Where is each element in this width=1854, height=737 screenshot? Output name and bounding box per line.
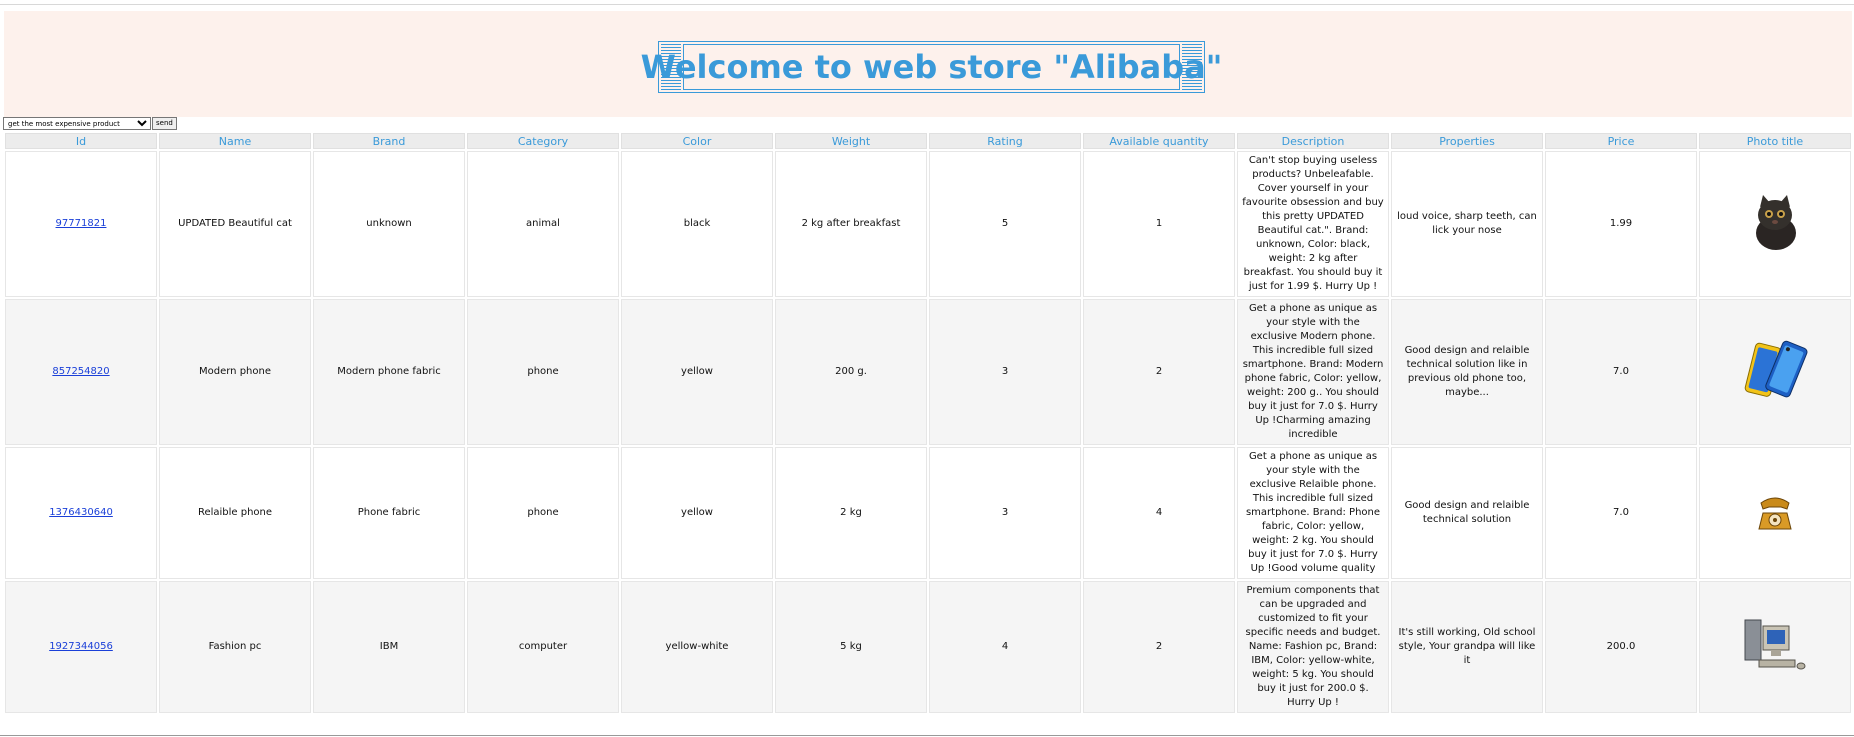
cell-color: yellow <box>621 299 773 445</box>
rotary-phone-photo-icon <box>1758 497 1792 529</box>
cell-quantity: 2 <box>1083 299 1235 445</box>
cell-photo <box>1699 581 1851 713</box>
cell-price: 7.0 <box>1545 447 1697 579</box>
cell-weight: 2 kg <box>775 447 927 579</box>
header-brand: Brand <box>313 133 465 149</box>
cell-brand: IBM <box>313 581 465 713</box>
cell-brand: Phone fabric <box>313 447 465 579</box>
query-select[interactable]: get the most expensive product <box>3 117 151 130</box>
cell-name: Relaible phone <box>159 447 311 579</box>
cell-description: Can't stop buying useless products? Unbe… <box>1237 151 1389 297</box>
cell-category: phone <box>467 447 619 579</box>
cell-photo <box>1699 151 1851 297</box>
send-button[interactable]: send <box>152 117 177 130</box>
cell-id: 97771821 <box>5 151 157 297</box>
cell-properties: It's still working, Old school style, Yo… <box>1391 581 1543 713</box>
title-banner: Welcome to web store "Alibaba" <box>641 41 1222 93</box>
header-category: Category <box>467 133 619 149</box>
product-id-link[interactable]: 857254820 <box>52 366 109 377</box>
products-table: Id Name Brand Category Color Weight Rati… <box>3 131 1853 715</box>
product-id-link[interactable]: 1376430640 <box>49 507 113 518</box>
cell-rating: 3 <box>929 299 1081 445</box>
table-row: 1376430640 Relaible phone Phone fabric p… <box>5 447 1851 579</box>
cell-name: Fashion pc <box>159 581 311 713</box>
cell-id: 1927344056 <box>5 581 157 713</box>
header-photo-title: Photo title <box>1699 133 1851 149</box>
cell-description: Premium components that can be upgraded … <box>1237 581 1389 713</box>
cell-rating: 5 <box>929 151 1081 297</box>
page-title: Welcome to web store "Alibaba" <box>640 48 1223 86</box>
cell-properties: Good design and relaible technical solut… <box>1391 447 1543 579</box>
cell-photo <box>1699 299 1851 445</box>
header-available-quantity: Available quantity <box>1083 133 1235 149</box>
cell-id: 1376430640 <box>5 447 157 579</box>
table-row: 857254820 Modern phone Modern phone fabr… <box>5 299 1851 445</box>
cell-rating: 4 <box>929 581 1081 713</box>
smartphone-photo-icon <box>1744 340 1808 397</box>
cell-quantity: 4 <box>1083 447 1235 579</box>
cell-weight: 5 kg <box>775 581 927 713</box>
cell-weight: 2 kg after breakfast <box>775 151 927 297</box>
table-row: 1927344056 Fashion pc IBM computer yello… <box>5 581 1851 713</box>
query-form: get the most expensive product send <box>3 117 177 130</box>
cell-price: 7.0 <box>1545 299 1697 445</box>
cell-description: Get a phone as unique as your style with… <box>1237 447 1389 579</box>
cell-name: UPDATED Beautiful cat <box>159 151 311 297</box>
cell-brand: unknown <box>313 151 465 297</box>
header-price: Price <box>1545 133 1697 149</box>
cell-price: 200.0 <box>1545 581 1697 713</box>
bottom-divider <box>0 735 1854 736</box>
cell-properties: Good design and relaible technical solut… <box>1391 299 1543 445</box>
product-id-link[interactable]: 1927344056 <box>49 641 113 652</box>
cell-brand: Modern phone fabric <box>313 299 465 445</box>
cell-category: phone <box>467 299 619 445</box>
header-weight: Weight <box>775 133 927 149</box>
cell-price: 1.99 <box>1545 151 1697 297</box>
cell-quantity: 2 <box>1083 581 1235 713</box>
header-color: Color <box>621 133 773 149</box>
cell-description: Get a phone as unique as your style with… <box>1237 299 1389 445</box>
header-rating: Rating <box>929 133 1081 149</box>
header-id: Id <box>5 133 157 149</box>
cell-category: computer <box>467 581 619 713</box>
cell-photo <box>1699 447 1851 579</box>
cell-quantity: 1 <box>1083 151 1235 297</box>
cell-weight: 200 g. <box>775 299 927 445</box>
header-name: Name <box>159 133 311 149</box>
header-properties: Properties <box>1391 133 1543 149</box>
header-description: Description <box>1237 133 1389 149</box>
table-row: 97771821 UPDATED Beautiful cat unknown a… <box>5 151 1851 297</box>
page-header: Welcome to web store "Alibaba" <box>4 11 1852 117</box>
table-header-row: Id Name Brand Category Color Weight Rati… <box>5 133 1851 149</box>
cell-rating: 3 <box>929 447 1081 579</box>
top-divider <box>0 4 1854 5</box>
cell-name: Modern phone <box>159 299 311 445</box>
cat-photo-icon <box>1756 194 1796 250</box>
retro-computer-photo-icon <box>1744 619 1806 669</box>
cell-color: black <box>621 151 773 297</box>
cell-category: animal <box>467 151 619 297</box>
cell-color: yellow <box>621 447 773 579</box>
cell-id: 857254820 <box>5 299 157 445</box>
product-id-link[interactable]: 97771821 <box>56 218 107 229</box>
cell-color: yellow-white <box>621 581 773 713</box>
cell-properties: loud voice, sharp teeth, can lick your n… <box>1391 151 1543 297</box>
